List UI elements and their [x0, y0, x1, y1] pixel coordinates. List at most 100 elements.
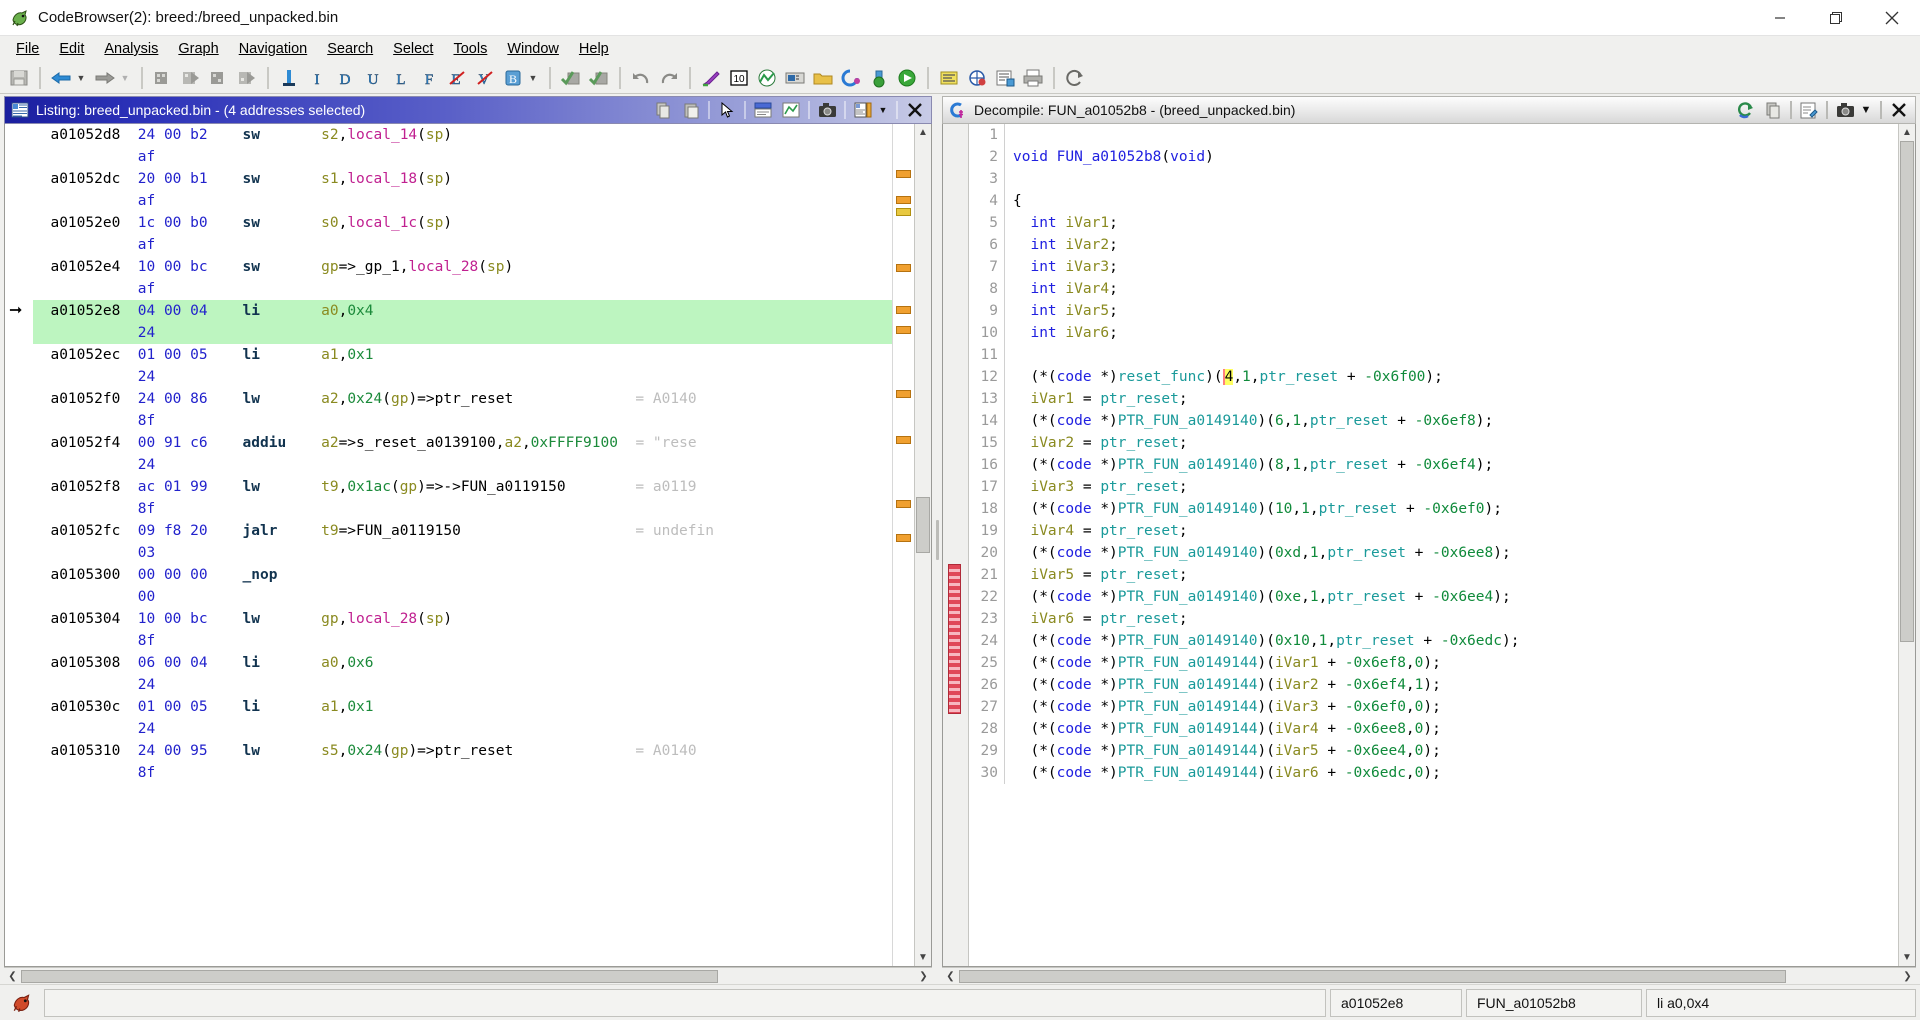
listing-hscroll-thumb[interactable]	[21, 969, 719, 983]
decompile-code-scroll[interactable]: 1 2 3 4 5 6 7 8 9 10 11 12 13 14 15 16 17 18 19 20 21 22 23 24 2…	[969, 124, 1898, 966]
window-minimize-button[interactable]	[1752, 0, 1808, 36]
listing-hscroll-track[interactable]	[21, 969, 915, 984]
decompile-line[interactable]: (*(code *)PTR_FUN_a0149144)(iVar5 + -0x6…	[1013, 740, 1898, 762]
decompile-line[interactable]	[1013, 344, 1898, 366]
decompile-line[interactable]: (*(code *)PTR_FUN_a0149140)(10,1,ptr_res…	[1013, 498, 1898, 520]
toggle-e-strike-icon[interactable]: E	[444, 65, 470, 91]
print-icon[interactable]	[1020, 65, 1046, 91]
decompile-code-body[interactable]: void FUN_a01052b8(void) { int iVar1; int…	[1005, 124, 1898, 784]
menu-tools[interactable]: Tools	[443, 38, 497, 60]
listing-row-continuation[interactable]: 24	[33, 366, 892, 388]
select-complement-icon[interactable]	[558, 65, 584, 91]
listing-horizontal-scrollbar[interactable]: ❮ ❯	[4, 967, 932, 984]
listing-row[interactable]: a01052f0 24 00 86 lw a2,0x24(gp)=>ptr_re…	[33, 388, 892, 410]
listing-row-continuation[interactable]: af	[33, 278, 892, 300]
listing-marker[interactable]	[896, 326, 911, 334]
listing-row[interactable]: a01052dc 20 00 b1 sw s1,local_18(sp)	[33, 168, 892, 190]
decompile-line[interactable]	[1013, 124, 1898, 146]
sort-icon[interactable]	[936, 65, 962, 91]
menu-search[interactable]: Search	[317, 38, 383, 60]
toggle-l-icon[interactable]: L	[388, 65, 414, 91]
status-function[interactable]: FUN_a01052b8	[1466, 988, 1642, 1017]
new-window-icon[interactable]	[206, 65, 232, 91]
decompile-line[interactable]: iVar5 = ptr_reset;	[1013, 564, 1898, 586]
listing-row-continuation[interactable]: 03	[33, 542, 892, 564]
status-instruction[interactable]: li a0,0x4	[1646, 988, 1916, 1017]
listing-row-continuation[interactable]: 8f	[33, 410, 892, 432]
window-maximize-button[interactable]	[1808, 0, 1864, 36]
listing-row[interactable]: a01052f8 ac 01 99 lw t9,0x1ac(gp)=>->FUN…	[33, 476, 892, 498]
highlight-pen-icon[interactable]	[698, 65, 724, 91]
listing-marker[interactable]	[896, 390, 911, 398]
decompile-line[interactable]	[1013, 168, 1898, 190]
listing-marker[interactable]	[896, 264, 911, 272]
listing-row-continuation[interactable]: 24	[33, 718, 892, 740]
scroll-left-icon[interactable]: ❮	[942, 968, 959, 985]
table-export-icon[interactable]	[992, 65, 1018, 91]
menu-dropdown-icon[interactable]: ▼	[1859, 98, 1877, 122]
close-panel-icon[interactable]	[901, 98, 929, 122]
scroll-up-icon[interactable]: ▲	[915, 124, 931, 141]
decompile-hscroll-thumb[interactable]	[959, 969, 1787, 983]
toggle-u-icon[interactable]: U	[360, 65, 386, 91]
save-icon[interactable]	[6, 65, 32, 91]
snapshot-camera-icon[interactable]	[813, 98, 841, 122]
scroll-down-icon[interactable]: ▼	[915, 949, 931, 966]
listing-marker[interactable]	[896, 170, 911, 178]
decompile-line[interactable]: int iVar3;	[1013, 256, 1898, 278]
table-icon[interactable]	[964, 65, 990, 91]
function-graph-icon[interactable]	[838, 65, 864, 91]
decompile-line[interactable]: int iVar4;	[1013, 278, 1898, 300]
close-panel-icon[interactable]	[1885, 98, 1913, 122]
listing-row[interactable]: a01052e8 04 00 04 li a0,0x4	[33, 300, 892, 322]
decompile-hscroll-track[interactable]	[959, 969, 1899, 984]
listing-row-continuation[interactable]: af	[33, 234, 892, 256]
listing-row-continuation[interactable]: af	[33, 190, 892, 212]
decompile-line[interactable]: iVar2 = ptr_reset;	[1013, 432, 1898, 454]
decompile-vscroll-track[interactable]	[1899, 141, 1915, 949]
listing-row-continuation[interactable]: 8f	[33, 498, 892, 520]
listing-row[interactable]: a01052fc 09 f8 20 jalr t9=>FUN_a0119150 …	[33, 520, 892, 542]
decompile-line[interactable]: (*(code *)PTR_FUN_a0149144)(iVar2 + -0x6…	[1013, 674, 1898, 696]
listing-row[interactable]: a0105310 24 00 95 lw s5,0x24(gp)=>ptr_re…	[33, 740, 892, 762]
decompile-vscroll-thumb[interactable]	[1900, 141, 1914, 642]
decompile-line[interactable]: int iVar5;	[1013, 300, 1898, 322]
scroll-up-icon[interactable]: ▲	[1899, 124, 1915, 141]
listing-pane-header[interactable]: Listing: breed_unpacked.bin - (4 address…	[4, 96, 932, 124]
listing-options-dropdown-icon[interactable]: ▼	[877, 98, 893, 122]
run-icon[interactable]	[866, 65, 892, 91]
snapshot-camera-icon[interactable]	[1831, 98, 1859, 122]
scroll-right-icon[interactable]: ❯	[915, 968, 932, 985]
listing-row[interactable]: a0105304 10 00 bc lw gp,local_28(sp)	[33, 608, 892, 630]
menu-file[interactable]: File	[6, 38, 49, 60]
decompile-line[interactable]: iVar1 = ptr_reset;	[1013, 388, 1898, 410]
menu-graph[interactable]: Graph	[168, 38, 228, 60]
decompile-line[interactable]: int iVar6;	[1013, 322, 1898, 344]
listing-row[interactable]: a01052f4 00 91 c6 addiu a2=>s_reset_a013…	[33, 432, 892, 454]
cursor-text-icon[interactable]	[276, 65, 302, 91]
listing-code-scroll[interactable]: a01052d8 24 00 b2 sw s2,local_14(sp) af …	[33, 124, 892, 966]
decompile-line[interactable]: (*(code *)PTR_FUN_a0149144)(iVar4 + -0x6…	[1013, 718, 1898, 740]
listing-vertical-scrollbar[interactable]: ▲ ▼	[914, 124, 931, 966]
data-type-manager-icon[interactable]	[810, 65, 836, 91]
status-address[interactable]: a01052e8	[1330, 988, 1462, 1017]
decompile-line[interactable]: iVar4 = ptr_reset;	[1013, 520, 1898, 542]
listing-marker[interactable]	[896, 196, 911, 204]
listing-marker-margin[interactable]	[892, 124, 914, 966]
menu-edit[interactable]: Edit	[49, 38, 94, 60]
listing-marker[interactable]	[896, 436, 911, 444]
decompile-lines[interactable]: 1 2 3 4 5 6 7 8 9 10 11 12 13 14 15 16 17 18 19 20 21 22 23 24 2…	[969, 124, 1898, 784]
redo-icon[interactable]	[656, 65, 682, 91]
listing-marker[interactable]	[896, 306, 911, 314]
disassemble-icon[interactable]	[894, 65, 920, 91]
decompile-line[interactable]: (*(code *)PTR_FUN_a0149140)(0xd,1,ptr_re…	[1013, 542, 1898, 564]
cursor-arrow-icon[interactable]	[713, 98, 741, 122]
menu-analysis[interactable]: Analysis	[94, 38, 168, 60]
decompile-line[interactable]: void FUN_a01052b8(void)	[1013, 146, 1898, 168]
memory-map-icon[interactable]	[782, 65, 808, 91]
graph-icon[interactable]	[754, 65, 780, 91]
scroll-down-icon[interactable]: ▼	[1899, 949, 1915, 966]
decompile-pane-header[interactable]: Decompile: FUN_a01052b8 - (breed_unpacke…	[942, 96, 1916, 124]
decompile-line[interactable]: (*(code *)PTR_FUN_a0149144)(iVar6 + -0x6…	[1013, 762, 1898, 784]
listing-options-icon[interactable]	[849, 98, 877, 122]
